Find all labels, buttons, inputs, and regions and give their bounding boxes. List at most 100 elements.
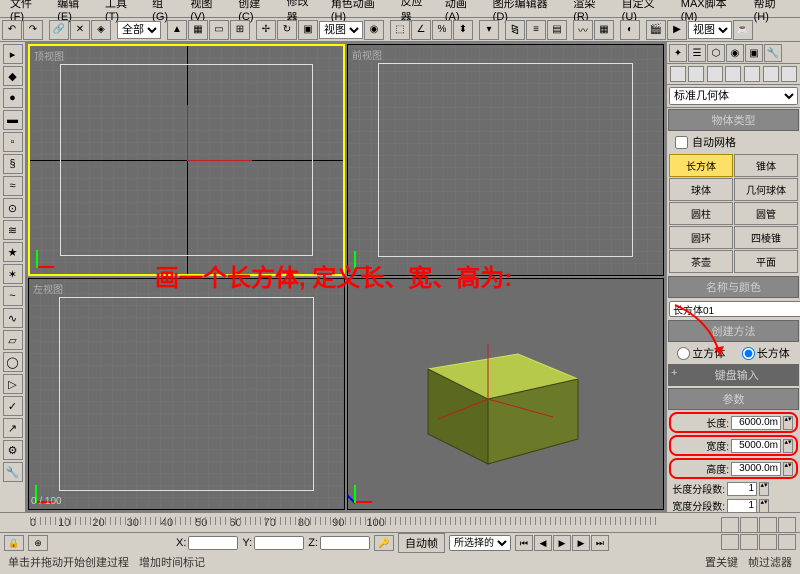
unlink-button[interactable]: ✕ — [70, 20, 90, 40]
wind-icon[interactable]: ≋ — [3, 220, 23, 240]
goto-end-button[interactable]: ⏭ — [591, 535, 609, 551]
tab-create[interactable]: ✦ — [669, 44, 687, 62]
zoom-extents-button[interactable] — [759, 517, 777, 533]
utility-icon[interactable]: 🔧 — [3, 462, 23, 482]
rollout-namecolor-header[interactable]: 名称与颜色 — [668, 276, 799, 298]
abs-rel-button[interactable]: ⊕ — [28, 535, 48, 551]
preview-icon[interactable]: ▷ — [3, 374, 23, 394]
select-button[interactable]: ▲ — [167, 20, 187, 40]
obj-box-button[interactable]: 长方体 — [669, 154, 733, 177]
zoom-all-button[interactable] — [740, 517, 758, 533]
dashpot-icon[interactable]: ≈ — [3, 176, 23, 196]
viewport-top[interactable]: 顶视图 — [28, 44, 345, 276]
keyfilter-dropdown[interactable]: 所选择的 — [449, 535, 511, 551]
method-cube-radio[interactable]: 立方体 — [677, 345, 725, 361]
select-rect-button[interactable]: ▭ — [209, 20, 229, 40]
play-button[interactable]: ▶ — [553, 535, 571, 551]
refcoord-dropdown[interactable]: 视图 — [319, 21, 363, 39]
obj-teapot-button[interactable]: 茶壶 — [669, 250, 733, 273]
select-name-button[interactable]: ▦ — [188, 20, 208, 40]
scale-button[interactable]: ▣ — [298, 20, 318, 40]
menu-help[interactable]: 帮助(H) — [748, 0, 796, 25]
spacewarps-icon[interactable] — [763, 66, 779, 82]
method-box-radio[interactable]: 长方体 — [742, 345, 790, 361]
named-sel-button[interactable]: ▾ — [479, 20, 499, 40]
percent-snap-button[interactable]: % — [432, 20, 452, 40]
box-icon[interactable]: ▫ — [3, 132, 23, 152]
prev-frame-button[interactable]: ◀ — [534, 535, 552, 551]
redo-button[interactable]: ↷ — [23, 20, 43, 40]
render-view-dropdown[interactable]: 视图 — [688, 21, 732, 39]
rollout-keyboard-header[interactable]: +键盘输入 — [668, 364, 799, 386]
systems-icon[interactable] — [781, 66, 797, 82]
material-button[interactable]: ◐ — [620, 20, 640, 40]
render-scene-button[interactable]: 🎬 — [646, 20, 666, 40]
obj-sphere-button[interactable]: 球体 — [669, 178, 733, 201]
spring-icon[interactable]: § — [3, 154, 23, 174]
rotate-button[interactable]: ↻ — [277, 20, 297, 40]
fracture-icon[interactable]: ✶ — [3, 264, 23, 284]
viewport-front[interactable]: 前视图 — [347, 44, 664, 276]
spinner-snap-button[interactable]: ⬍ — [453, 20, 473, 40]
zoom-extents-all-button[interactable] — [778, 517, 796, 533]
pan-button[interactable] — [740, 534, 758, 550]
layers-button[interactable]: ▤ — [547, 20, 567, 40]
length-spinner[interactable]: ▴▾ — [783, 416, 793, 430]
geometry-icon[interactable] — [670, 66, 686, 82]
rollout-method-header[interactable]: 创建方法 — [668, 320, 799, 342]
x-coord-input[interactable] — [188, 536, 238, 550]
motor-icon[interactable]: ⊙ — [3, 198, 23, 218]
primitive-category-dropdown[interactable]: 标准几何体 — [669, 87, 798, 105]
tab-motion[interactable]: ◉ — [726, 44, 744, 62]
lights-icon[interactable] — [707, 66, 723, 82]
selection-lock-button[interactable]: 🔒 — [4, 535, 24, 551]
analyze-icon[interactable]: ✓ — [3, 396, 23, 416]
object-name-input[interactable] — [669, 301, 800, 317]
obj-tube-button[interactable]: 圆管 — [734, 202, 798, 225]
lseg-spinner[interactable]: ▴▾ — [759, 482, 769, 496]
cloth-icon[interactable]: ▱ — [3, 330, 23, 350]
water-icon[interactable]: ~ — [3, 286, 23, 306]
obj-plane-button[interactable]: 平面 — [734, 250, 798, 273]
obj-cone-button[interactable]: 锥体 — [734, 154, 798, 177]
schematic-button[interactable]: ▦ — [594, 20, 614, 40]
width-input[interactable] — [731, 439, 781, 453]
tab-display[interactable]: ▣ — [745, 44, 763, 62]
fov-button[interactable] — [721, 534, 739, 550]
softbody-icon[interactable]: ◯ — [3, 352, 23, 372]
quick-render-button[interactable]: ▶ — [667, 20, 687, 40]
maximize-button[interactable] — [778, 534, 796, 550]
obj-cylinder-button[interactable]: 圆柱 — [669, 202, 733, 225]
box-object[interactable] — [398, 329, 588, 469]
viewport-left[interactable]: 左视图 0 / 100 — [28, 278, 345, 510]
time-ruler[interactable]: 0 10 20 30 40 50 60 70 80 90 100 — [0, 513, 800, 533]
window-crossing-button[interactable]: ⊞ — [230, 20, 250, 40]
autokey-button[interactable]: 自动帧 — [398, 533, 445, 553]
mirror-button[interactable]: ⧎ — [505, 20, 525, 40]
curve-editor-button[interactable]: 〰 — [573, 20, 593, 40]
property-icon[interactable]: ⚙ — [3, 440, 23, 460]
rollout-params-header[interactable]: 参数 — [668, 388, 799, 410]
sphere-icon[interactable]: ● — [3, 88, 23, 108]
height-spinner[interactable]: ▴▾ — [783, 462, 793, 476]
snap-button[interactable]: ⬚ — [390, 20, 410, 40]
z-coord-input[interactable] — [320, 536, 370, 550]
lock-icon[interactable]: 🔑 — [374, 535, 394, 551]
tab-panel-icon[interactable]: ▸ — [3, 44, 23, 64]
y-coord-input[interactable] — [254, 536, 304, 550]
viewport-perspective[interactable] — [347, 278, 664, 510]
tab-hierarchy[interactable]: ⬡ — [707, 44, 725, 62]
helpers-icon[interactable] — [744, 66, 760, 82]
obj-geosphere-button[interactable]: 几何球体 — [734, 178, 798, 201]
height-input[interactable] — [731, 462, 781, 476]
obj-torus-button[interactable]: 圆环 — [669, 226, 733, 249]
wseg-input[interactable] — [727, 499, 757, 513]
selection-filter-dropdown[interactable]: 全部 — [117, 21, 161, 39]
link-button[interactable]: 🔗 — [49, 20, 69, 40]
angle-snap-button[interactable]: ∠ — [411, 20, 431, 40]
toy-icon[interactable]: ★ — [3, 242, 23, 262]
arc-rotate-button[interactable] — [759, 534, 777, 550]
bind-button[interactable]: ◈ — [91, 20, 111, 40]
obj-pyramid-button[interactable]: 四棱锥 — [734, 226, 798, 249]
rope-icon[interactable]: ∿ — [3, 308, 23, 328]
